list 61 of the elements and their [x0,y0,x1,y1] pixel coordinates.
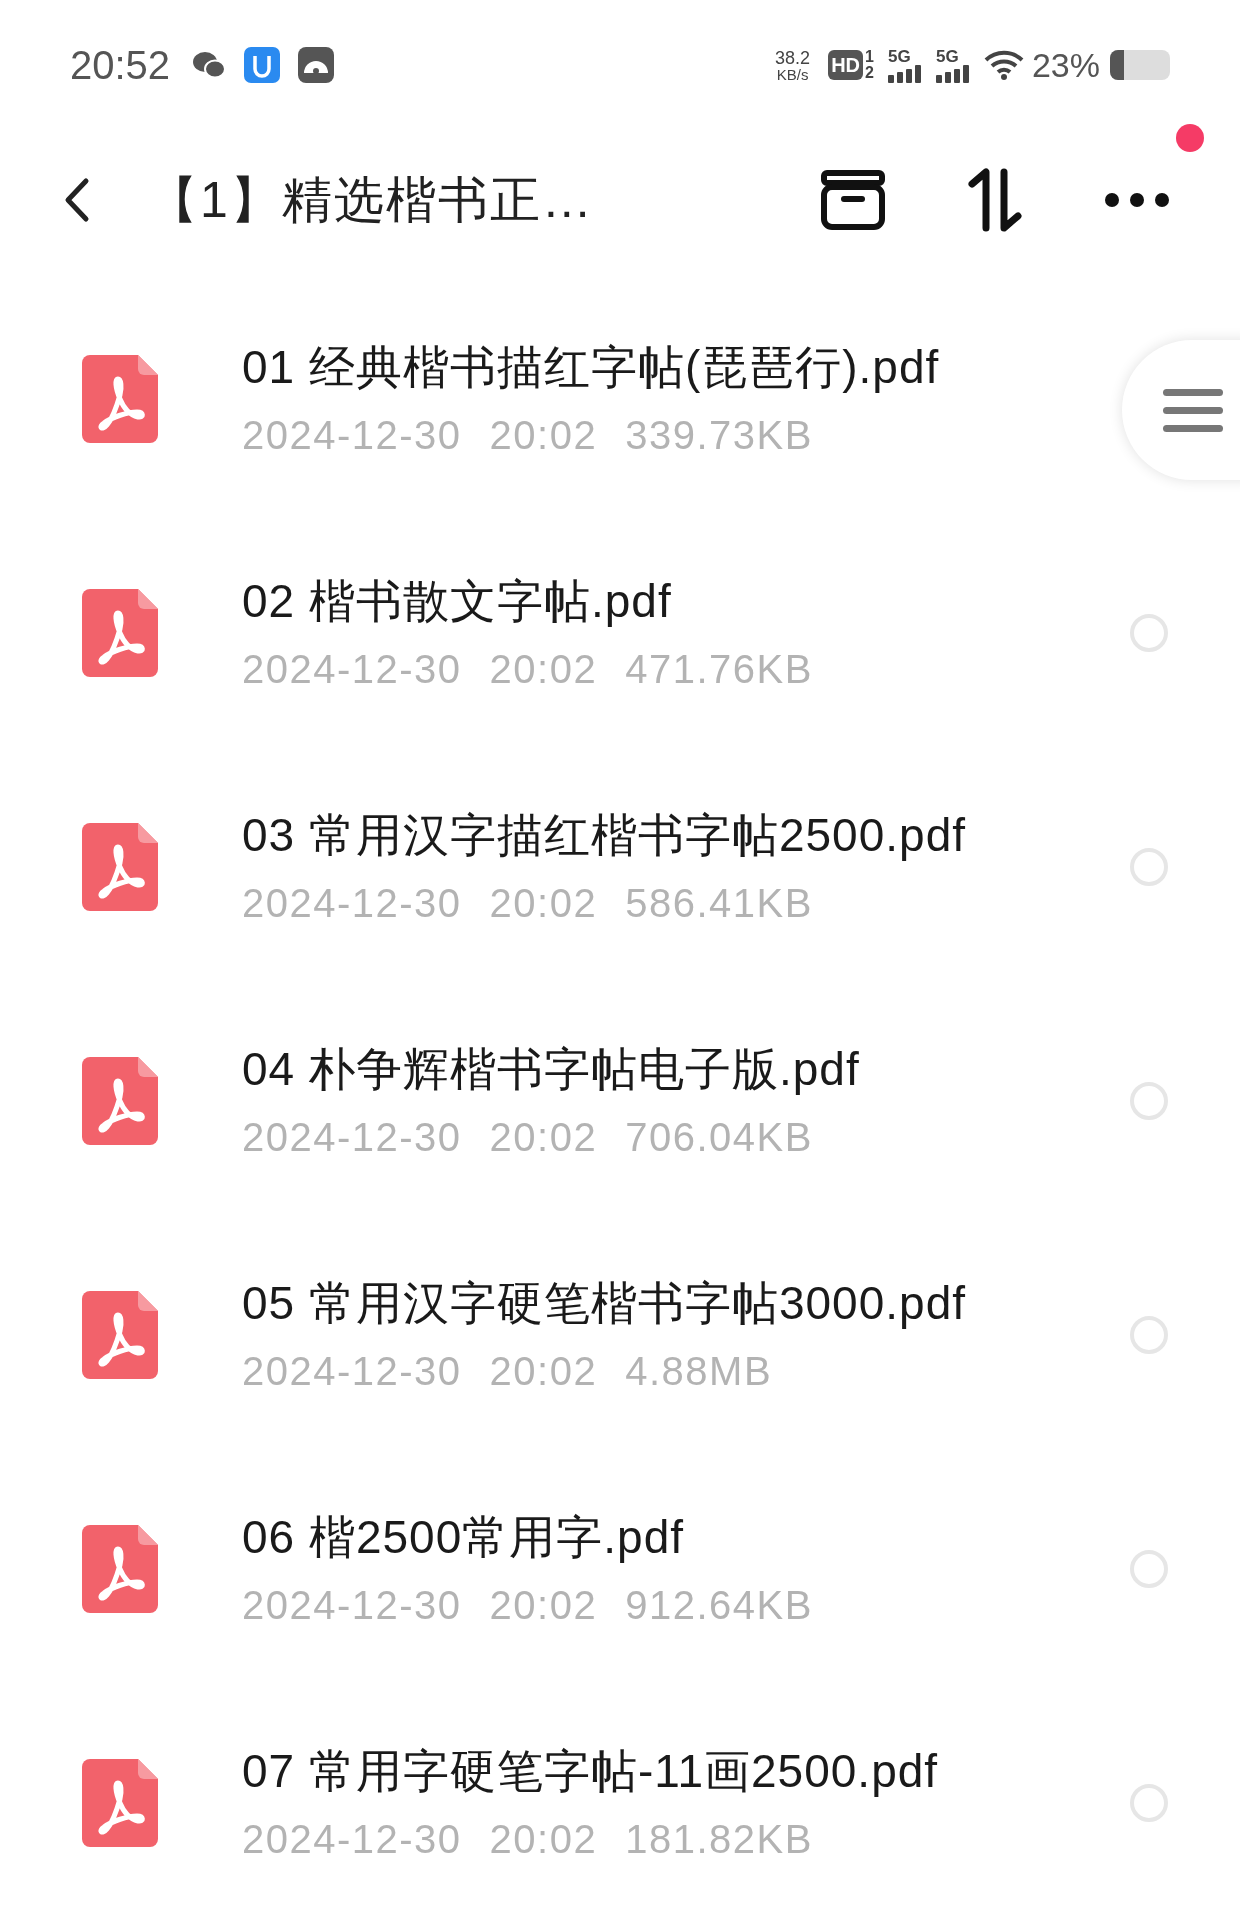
file-date: 2024-12-30 [242,1816,462,1863]
gauge-app-icon [298,47,335,83]
side-menu-tab[interactable] [1122,340,1240,480]
speed-unit: KB/s [776,66,809,82]
file-size: 586.41KB [625,880,813,927]
sort-icon[interactable] [966,168,1024,232]
network-speed: 38.2 [775,48,811,67]
file-time: 20:02 [489,1816,598,1863]
pdf-file-icon [82,1525,158,1613]
file-name[interactable]: 03 常用汉字描红楷书字帖2500.pdf [242,807,1130,863]
pdf-file-icon [82,1291,158,1379]
pdf-file-icon [82,1759,158,1847]
app-icon [244,47,281,83]
file-time: 20:02 [489,412,598,459]
sim-number: 1 [865,49,874,65]
file-time: 20:02 [489,646,598,693]
select-radio[interactable] [1130,848,1168,886]
file-size: 4.88MB [625,1348,773,1395]
file-time: 20:02 [489,1582,598,1629]
file-time: 20:02 [489,1348,598,1395]
chat-bubbles-icon [192,50,227,80]
select-radio[interactable] [1130,1550,1168,1588]
select-radio[interactable] [1130,1784,1168,1822]
network-type: 5G [887,47,912,65]
hd-badge: HD [828,50,864,80]
file-date: 2024-12-30 [242,1348,462,1395]
network-type: 5G [935,47,960,65]
file-name[interactable]: 04 朴争辉楷书字帖电子版.pdf [242,1041,1130,1097]
select-radio[interactable] [1130,1082,1168,1120]
menu-icon [1162,387,1224,433]
more-icon[interactable] [1104,192,1170,208]
file-date: 2024-12-30 [242,1114,462,1161]
file-name[interactable]: 05 常用汉字硬笔楷书字帖3000.pdf [242,1275,1130,1331]
file-size: 706.04KB [625,1114,813,1161]
pdf-file-icon [82,823,158,911]
file-name[interactable]: 07 常用字硬笔字帖-11画2500.pdf [242,1743,1130,1799]
file-name[interactable]: 02 楷书散文字帖.pdf [242,573,1130,629]
sim-number: 2 [865,65,874,81]
file-size: 181.82KB [625,1816,813,1863]
folder-title: 【1】精选楷书正… [148,170,594,230]
file-size: 471.76KB [625,646,813,693]
select-radio[interactable] [1130,1316,1168,1354]
file-date: 2024-12-30 [242,880,462,927]
pdf-file-icon [82,1057,158,1145]
file-time: 20:02 [489,1114,598,1161]
wifi-icon [983,49,1024,81]
file-name[interactable]: 06 楷2500常用字.pdf [242,1509,1130,1565]
signal-icon [887,64,922,83]
archive-icon[interactable] [820,169,886,231]
pdf-file-icon [82,355,158,443]
select-radio[interactable] [1130,614,1168,652]
file-size: 339.73KB [625,412,813,459]
file-size: 912.64KB [625,1582,813,1629]
file-date: 2024-12-30 [242,1582,462,1629]
pdf-file-icon [82,589,158,677]
file-date: 2024-12-30 [242,412,462,459]
status-time: 20:52 [70,42,171,89]
battery-percent: 23% [1031,44,1100,86]
signal-icon [935,64,970,83]
file-date: 2024-12-30 [242,646,462,693]
file-time: 20:02 [489,880,598,927]
